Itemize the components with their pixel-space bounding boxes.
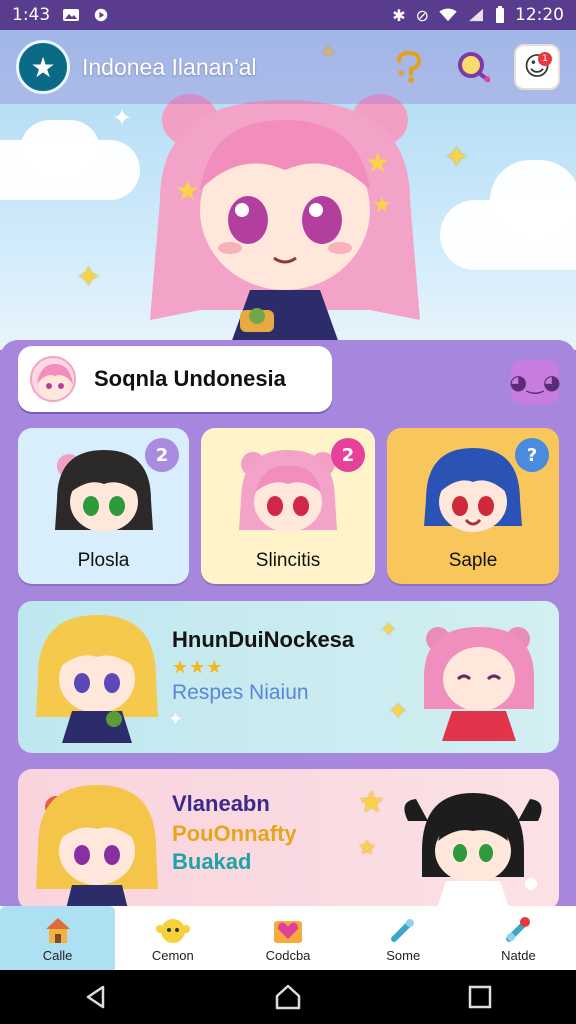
hero-character-illustration: ★ ★ ★: [150, 94, 420, 350]
profile-icon[interactable]: ☺ 1: [514, 44, 560, 90]
sparkle-icon: ★: [358, 785, 385, 820]
nav-label: Some: [386, 947, 421, 963]
character-tile-2[interactable]: 2 Slincitis: [201, 428, 375, 584]
banner-line-1: Vlaneabn: [172, 791, 270, 816]
star-icon[interactable]: ★: [16, 40, 70, 94]
character-illustration: [54, 450, 153, 532]
nav-item-some[interactable]: Some: [346, 906, 461, 970]
sparkle-icon: ✦: [76, 260, 102, 295]
recents-icon[interactable]: [460, 977, 500, 1017]
sparkle-icon: ✦: [168, 709, 184, 730]
nav-label: Natde: [501, 947, 536, 963]
signal-icon: [469, 8, 483, 22]
mute-icon: ⊘: [415, 5, 429, 25]
svg-text:★: ★: [365, 146, 390, 179]
character-illustration: [36, 785, 158, 910]
avatar: [30, 356, 76, 402]
tile-label: Slincitis: [255, 550, 321, 571]
banner-subtitle: Respes Niaiun: [172, 681, 309, 704]
nav-item-calle[interactable]: Calle: [0, 906, 116, 970]
profile-name-card[interactable]: Soqnla Undonesia: [18, 346, 332, 412]
cloud: [490, 160, 576, 240]
nav-item-natde[interactable]: Natde: [461, 906, 576, 970]
nav-item-cemon[interactable]: Cemon: [115, 906, 230, 970]
profile-name: Soqnla Undonesia: [94, 366, 286, 391]
hint-icon[interactable]: [386, 44, 432, 90]
sparkle-icon: ●: [524, 873, 538, 892]
wifi-icon: [439, 8, 457, 22]
home-icon: [41, 914, 75, 946]
nav-label: Calle: [42, 947, 73, 963]
nav-item-codcba[interactable]: Codcba: [230, 906, 345, 970]
nav-label: Codcba: [265, 947, 311, 963]
pacifier-icon: [501, 914, 535, 946]
tile-label: Saple: [448, 550, 498, 571]
tile-badge: ?: [515, 438, 549, 472]
tile-label: Plosla: [77, 550, 130, 571]
status-time-right: 12:20: [515, 5, 564, 25]
bluetooth-icon: ✱: [392, 5, 406, 25]
character-illustration: [36, 615, 158, 743]
home-button-icon[interactable]: [268, 977, 308, 1017]
image-icon: [63, 9, 80, 21]
app-bar: ★ Indonea Ilanan'al ☺ 1: [0, 30, 576, 104]
featured-banner-1[interactable]: HnunDuiNockesa ★★★ Respes Niaiun ✦ ✦ ✦: [18, 601, 559, 753]
character-tile-3[interactable]: ? Saple: [387, 428, 559, 584]
mascot-icon: [155, 914, 190, 946]
battery-icon: [496, 6, 504, 23]
character-illustration: [424, 448, 522, 532]
svg-text:★: ★: [372, 193, 392, 218]
nav-label: Cemon: [151, 947, 194, 963]
character-illustration: [239, 450, 337, 532]
status-bar: 1:43 ✱ ⊘ 12:20: [0, 0, 576, 30]
character-illustration: [424, 627, 534, 741]
banner-line-3: Buakad: [172, 849, 252, 874]
status-time-left: 1:43: [12, 5, 51, 25]
cloud: [20, 120, 100, 180]
back-icon[interactable]: [76, 977, 116, 1017]
character-tile-1[interactable]: 2 Plosla: [18, 428, 189, 584]
sparkle-icon: ✦: [380, 617, 397, 641]
bottle-icon: [386, 914, 420, 946]
svg-text:★: ★: [175, 174, 200, 207]
sparkle-icon: ★: [358, 835, 376, 859]
search-icon[interactable]: [450, 44, 496, 90]
record-icon: [94, 8, 108, 22]
heart-icon: [271, 914, 305, 946]
bottom-nav: Calle Cemon Codcba Some Natde: [0, 906, 576, 970]
rating-stars: ★★★: [172, 657, 224, 678]
sparkle-icon: ✦: [444, 140, 470, 175]
sparkle-icon: ✦: [112, 104, 133, 132]
notification-badge: 1: [538, 52, 552, 66]
featured-banner-2[interactable]: Vlaneabn PouOnnafty Buakad ★ ★ ●: [18, 769, 559, 910]
app-title: Indonea Ilanan'al: [82, 53, 257, 80]
sparkle-icon: ✦: [388, 697, 409, 725]
banner-line-2: PouOnnafty: [172, 821, 297, 846]
system-nav-bar: [0, 970, 576, 1024]
smile-face-icon[interactable]: ◕‿◕: [510, 360, 561, 404]
tile-badge: 2: [145, 438, 179, 472]
banner-title: HnunDuiNockesa: [172, 627, 355, 652]
tile-badge: 2: [331, 438, 365, 472]
